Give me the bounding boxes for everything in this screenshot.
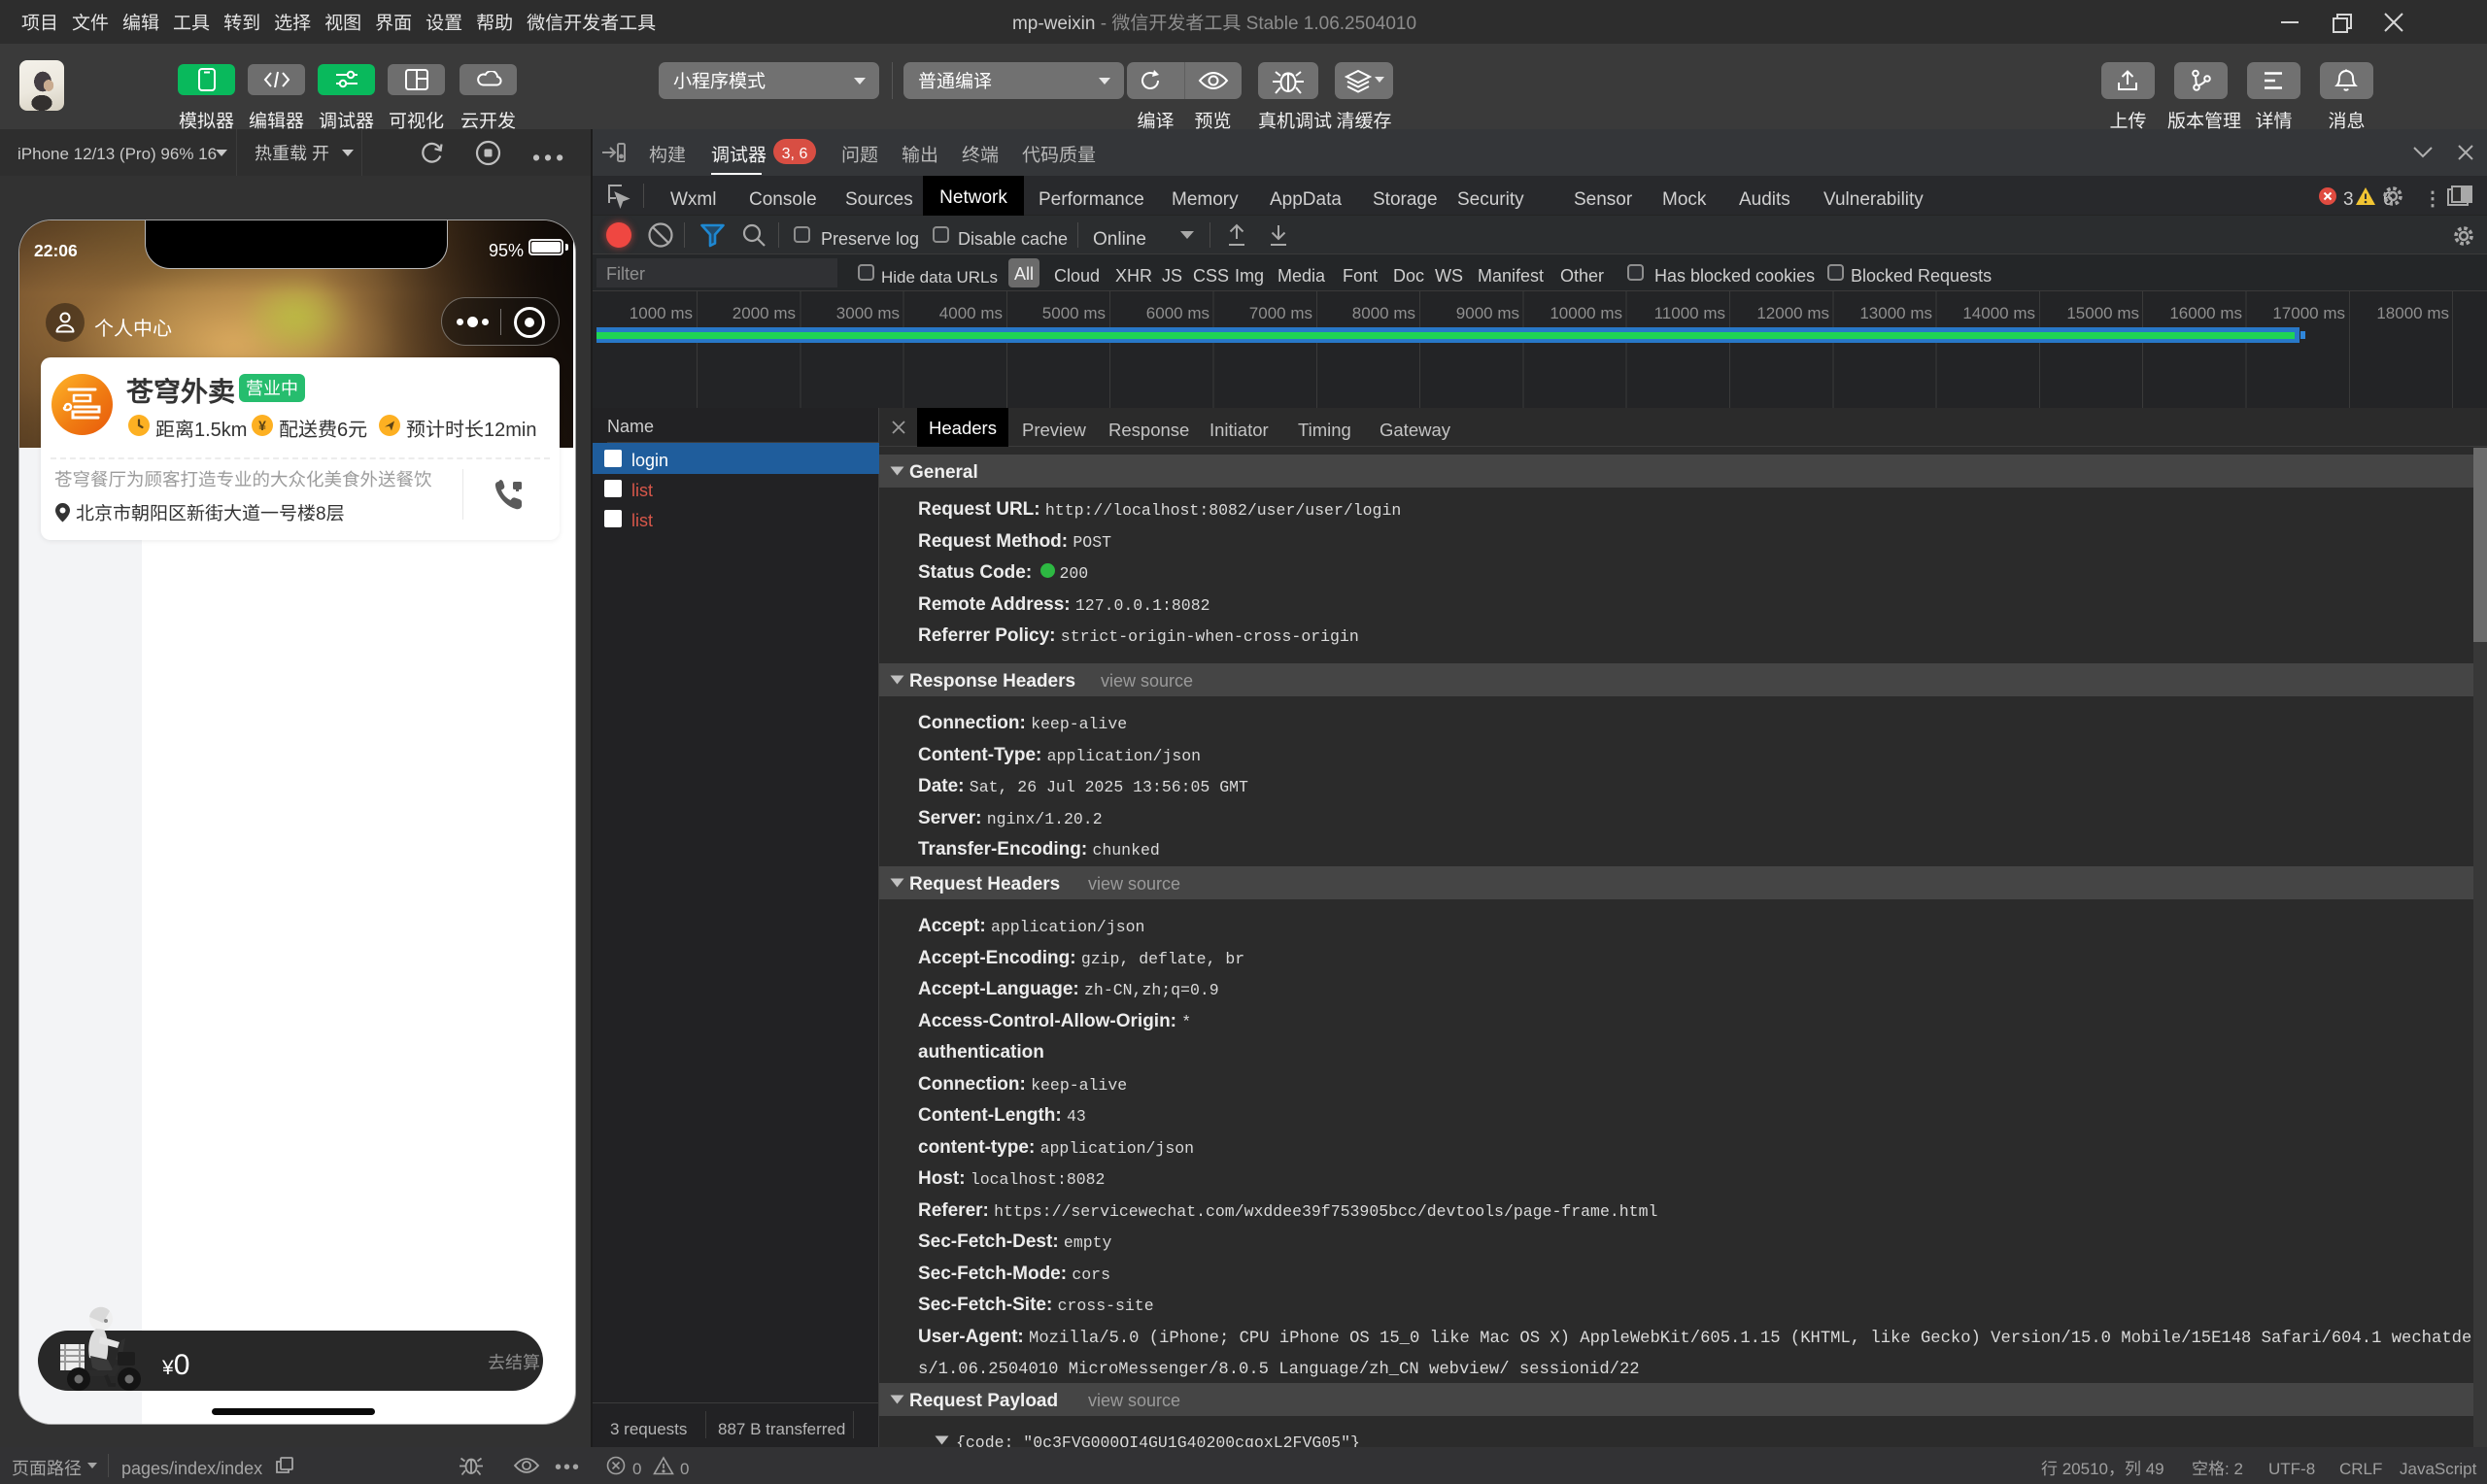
svg-text:¥: ¥ bbox=[258, 416, 266, 435]
